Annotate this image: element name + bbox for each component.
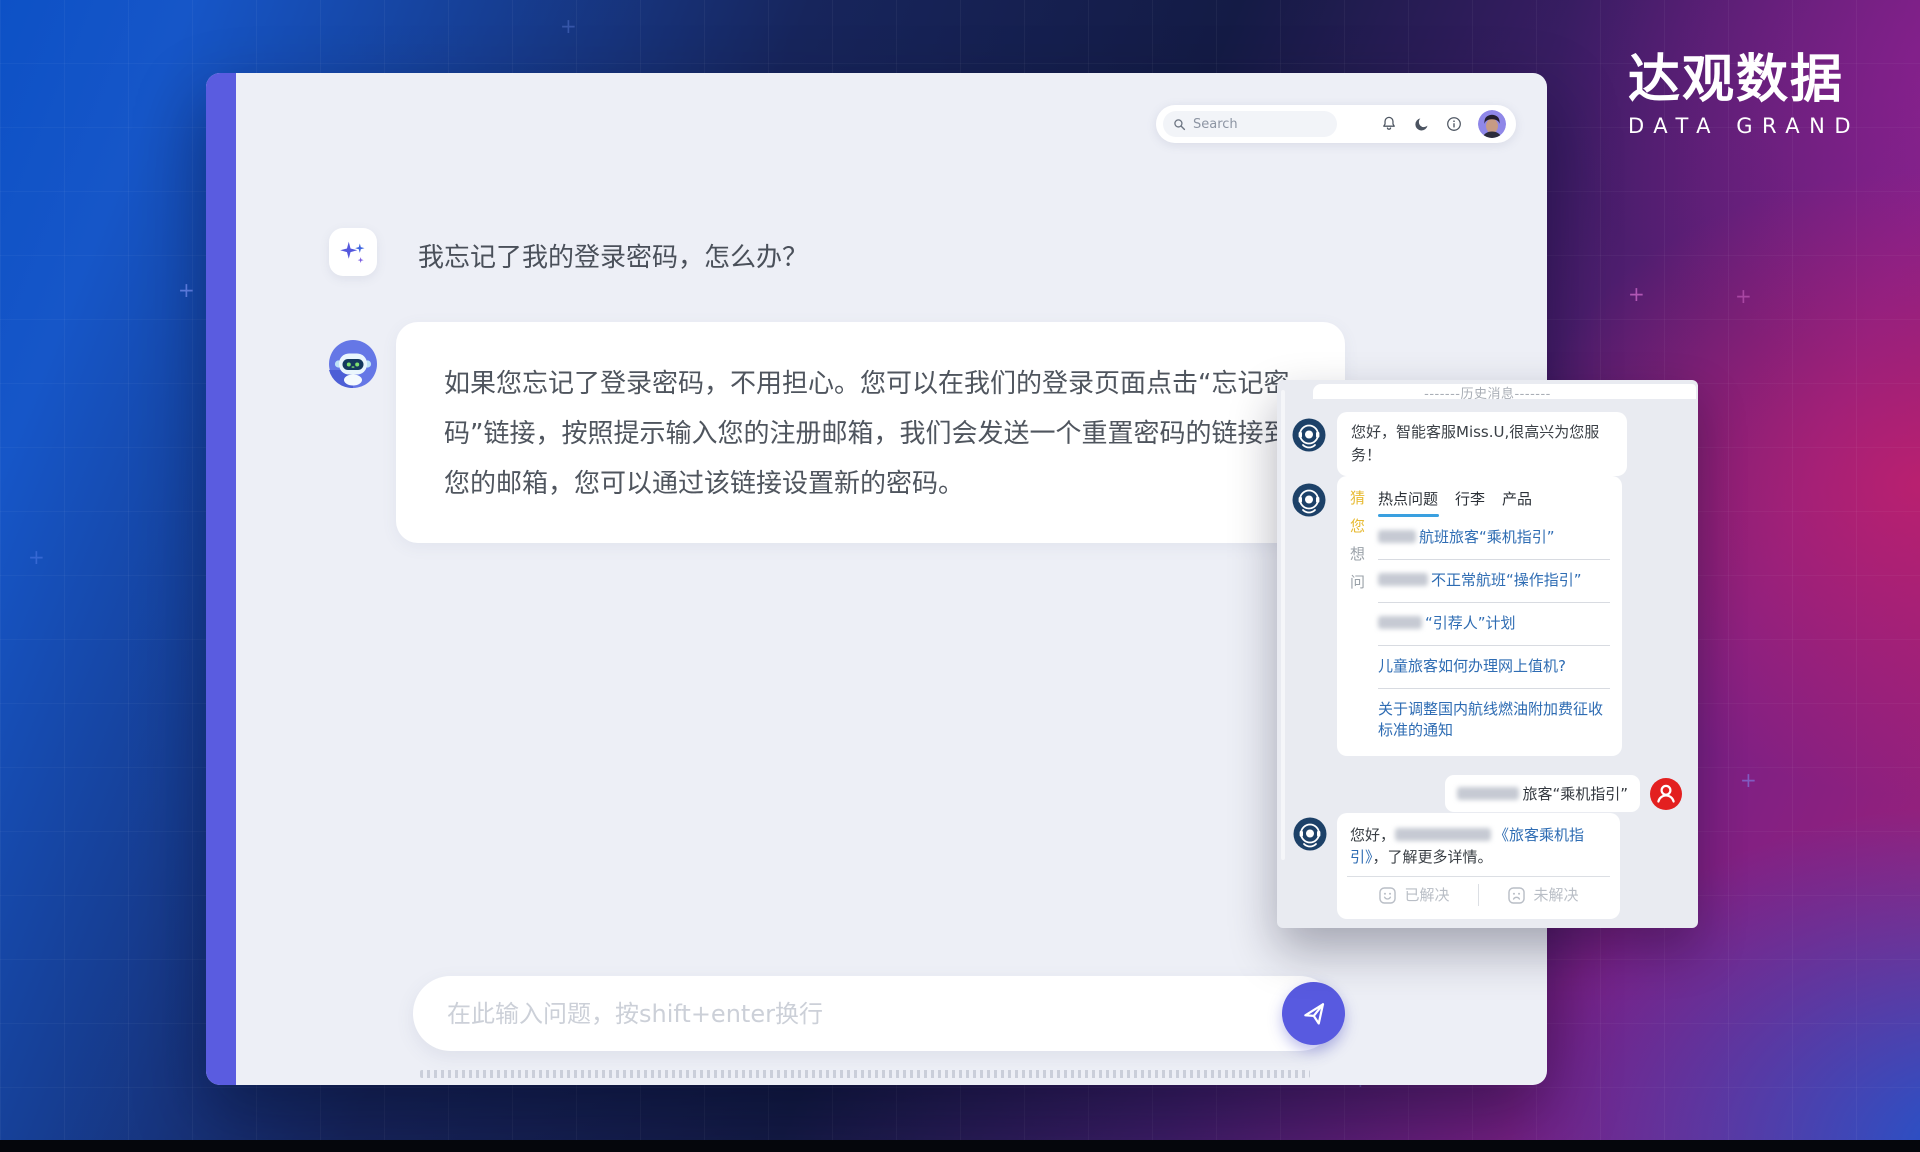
message-input[interactable] [413,1000,1337,1028]
brand-logo: 达观数据 DATA GRAND [1628,52,1860,138]
answer-suffix: ，了解更多详情。 [1373,848,1493,866]
info-icon [1445,115,1463,133]
service-greeting-text: 您好，智能客服Miss.U,很高兴为您服务！ [1351,423,1599,464]
service-avatar [1292,483,1326,517]
answer-prefix: 您好， [1350,826,1395,844]
service-greeting-bubble: 您好，智能客服Miss.U,很高兴为您服务！ [1337,412,1627,476]
tab-hot-questions[interactable]: 热点问题 [1378,488,1438,509]
redacted-text [1395,828,1491,841]
brand-en: DATA GRAND [1628,114,1860,138]
service-chat-widget: -------历史消息------- 您好，智能客服Miss.U,很高兴为您服务… [1277,380,1698,928]
unresolved-button[interactable]: 未解决 [1479,884,1607,906]
widget-user-text: 旅客“乘机指引” [1522,785,1628,803]
info-button[interactable] [1445,115,1463,133]
user-message-icon [329,228,377,276]
service-avatar [1293,817,1327,851]
redacted-text [1378,616,1422,629]
service-avatar [1292,418,1326,452]
smile-icon [1378,886,1397,905]
guess-char: 问 [1350,574,1368,591]
hot-question-text: 航班旅客“乘机指引” [1419,528,1555,546]
tab-luggage[interactable]: 行李 [1455,488,1485,509]
guess-char: 想 [1350,546,1368,563]
history-divider: -------历史消息------- [1277,383,1698,402]
widget-user-avatar [1650,778,1682,810]
unresolved-label: 未解决 [1533,884,1578,906]
moon-icon [1413,116,1430,133]
widget-user-bubble: 旅客“乘机指引” [1445,775,1640,812]
sparkle-icon [336,235,370,269]
hot-question-text: “引荐人”计划 [1425,614,1516,632]
robot-icon [329,340,377,388]
plus-mark: + [28,545,45,569]
plus-mark: + [1735,284,1752,308]
bell-icon [1380,115,1398,133]
widget-scrollbar[interactable] [1281,390,1285,860]
guess-label: 猜 您 想 问 [1350,488,1368,743]
headset-agent-icon [1292,483,1326,517]
feedback-row: 已解决 未解决 [1350,877,1607,913]
desktop-background: + + + + + + + + 达观数据 DATA GRAND [0,0,1920,1152]
notification-bell-button[interactable] [1380,115,1398,133]
headset-agent-icon [1293,817,1327,851]
search-box[interactable] [1163,111,1337,137]
hot-question-link[interactable]: “引荐人”计划 [1378,603,1610,646]
hot-question-link[interactable]: 航班旅客“乘机指引” [1378,517,1610,560]
plus-mark: + [1628,282,1645,306]
dark-mode-toggle[interactable] [1413,116,1430,133]
widget-tabs: 热点问题 行李 产品 [1378,488,1610,509]
frown-icon [1507,886,1526,905]
hot-question-text: 不正常航班“操作指引” [1431,571,1582,589]
guess-char: 猜 [1350,490,1368,507]
send-icon [1298,998,1329,1029]
footer-fine-print [420,1070,1310,1078]
resolved-label: 已解决 [1404,884,1449,906]
user-avatar-photo [1478,110,1506,138]
search-input[interactable] [1193,117,1313,132]
person-icon [1650,778,1682,810]
window-spine [206,73,236,1085]
user-message-text: 我忘记了我的登录密码，怎么办？ [418,237,808,274]
redacted-text [1378,530,1416,543]
service-answer-bubble: 您好，《旅客乘机指引》，了解更多详情。 已解决 [1337,813,1620,919]
search-icon [1173,118,1186,131]
redacted-text [1378,573,1428,586]
message-input-bar [413,976,1337,1051]
hot-question-link[interactable]: 儿童旅客如何办理网上值机? [1378,646,1610,689]
widget-user-message: 旅客“乘机指引” [1445,775,1682,812]
guess-questions-bubble: 猜 您 想 问 热点问题 行李 产品 航班旅客“乘机指引” 不正常航班“操作指引… [1337,476,1622,756]
bot-avatar [329,340,377,388]
plus-mark: + [1740,768,1757,792]
topbar [1156,105,1516,143]
send-button[interactable] [1282,982,1345,1045]
bot-message-bubble: 如果您忘记了登录密码，不用担心。您可以在我们的登录页面点击“忘记密码”链接，按照… [396,322,1345,543]
plus-mark: + [560,14,577,38]
service-answer-text: 您好，《旅客乘机指引》，了解更多详情。 [1350,824,1607,868]
redacted-text [1457,787,1519,800]
brand-cn: 达观数据 [1628,52,1860,109]
tab-products[interactable]: 产品 [1502,488,1532,509]
headset-agent-icon [1292,418,1326,452]
hot-question-link[interactable]: 不正常航班“操作指引” [1378,560,1610,603]
bottom-black-bar [0,1140,1920,1152]
hot-question-link[interactable]: 关于调整国内航线燃油附加费征收标准的通知 [1378,689,1610,743]
hot-question-text: 关于调整国内航线燃油附加费征收标准的通知 [1378,700,1603,739]
plus-mark: + [178,278,195,302]
user-avatar[interactable] [1478,110,1506,138]
guess-char: 您 [1350,518,1368,535]
resolved-button[interactable]: 已解决 [1350,884,1478,906]
bot-message-text: 如果您忘记了登录密码，不用担心。您可以在我们的登录页面点击“忘记密码”链接，按照… [444,359,1305,509]
hot-question-text: 儿童旅客如何办理网上值机? [1378,657,1566,675]
